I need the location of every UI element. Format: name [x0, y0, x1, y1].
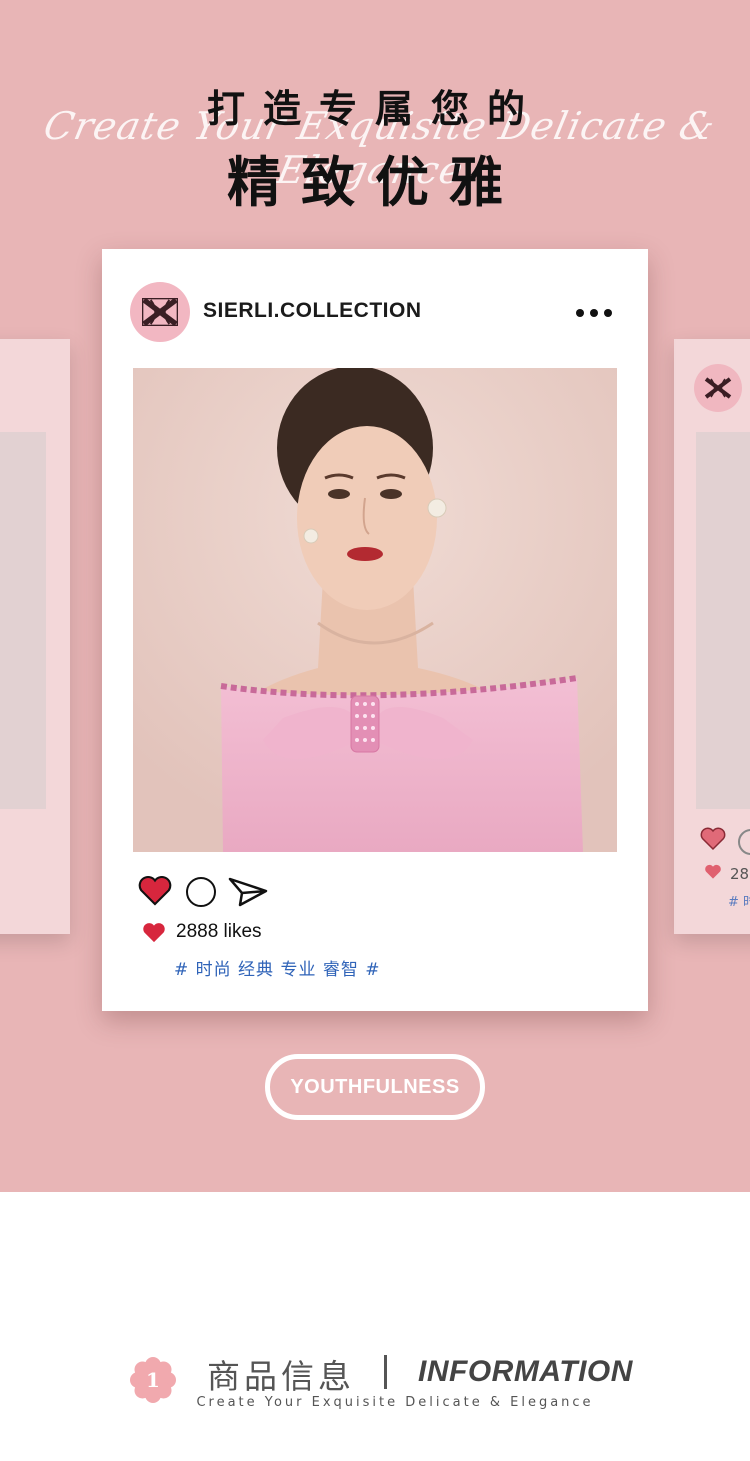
section-subtitle: Create Your Exquisite Delicate & Eleganc… — [196, 1395, 594, 1410]
page-subtitle: 精致优雅 — [227, 151, 523, 214]
hashtags: # 时 — [728, 895, 750, 910]
send-icon[interactable] — [228, 877, 268, 907]
likes-count: 2888 likes — [176, 921, 262, 942]
heart-icon[interactable] — [700, 827, 726, 851]
more-dots-icon[interactable] — [576, 309, 616, 319]
comment-icon[interactable] — [186, 877, 216, 907]
divider — [384, 1355, 387, 1389]
section-title-en: INFORMATION — [418, 1355, 633, 1388]
post-photo — [133, 368, 617, 852]
heart-icon[interactable] — [138, 875, 172, 907]
carousel-card-photo — [696, 432, 750, 809]
heart-icon — [705, 864, 721, 879]
section-title-cn: 商品信息 — [207, 1357, 355, 1396]
badge-number: 1 — [146, 1368, 160, 1392]
carousel-card-left[interactable] — [0, 339, 70, 934]
carousel-card-photo — [0, 432, 46, 809]
brand-logo-icon — [694, 364, 742, 412]
carousel-card-right[interactable]: 28 # 时 — [674, 339, 750, 934]
heart-icon — [143, 923, 165, 943]
hero-section: Create Your Exquisite Delicate & Eleganc… — [0, 0, 750, 1192]
hashtags[interactable]: # 时尚 经典 专业 睿智 # — [174, 955, 381, 980]
likes-count: 28 — [730, 865, 750, 883]
avatar[interactable] — [130, 282, 190, 342]
post-card: SIERLI.COLLECTION 2888 likes # 时尚 经典 专业 … — [102, 249, 648, 1011]
brand-logo-icon — [142, 297, 178, 327]
account-name[interactable]: SIERLI.COLLECTION — [203, 299, 422, 323]
comment-icon[interactable] — [738, 829, 750, 855]
page-title: 打造专属您的 — [206, 87, 543, 131]
youthfulness-button[interactable]: YOUTHFULNESS — [265, 1054, 485, 1120]
